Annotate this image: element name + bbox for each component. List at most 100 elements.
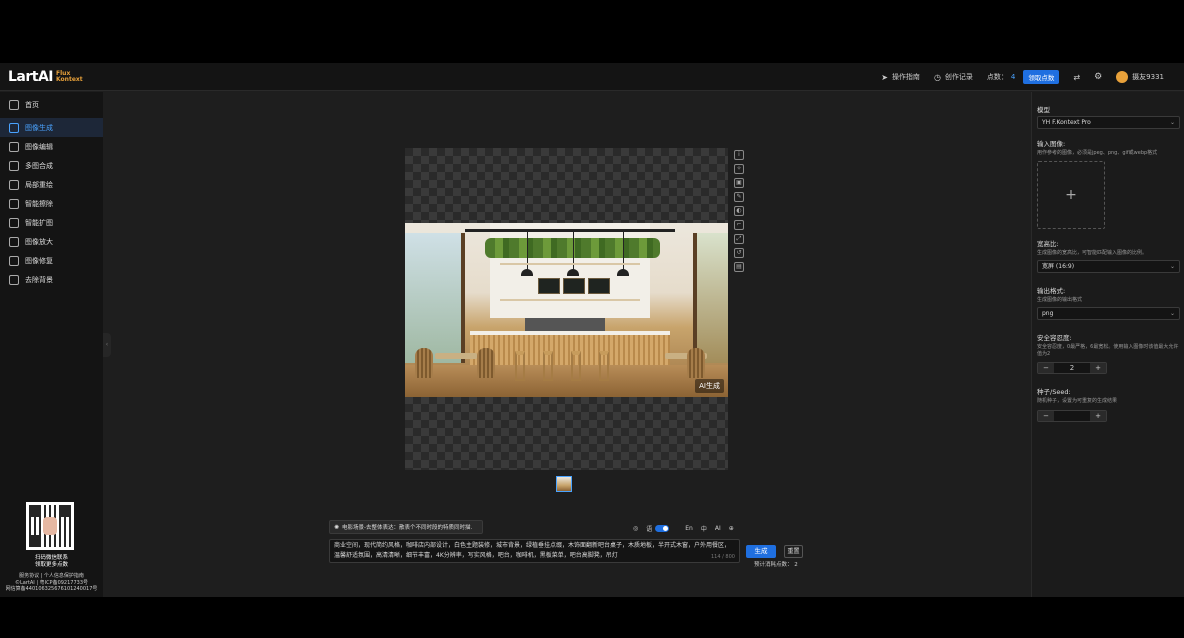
eraser-icon[interactable]: ◐ [734, 206, 744, 216]
upscale-icon [9, 236, 19, 247]
reset-button[interactable]: 重置 [784, 545, 803, 558]
generate-button[interactable]: 生成 [746, 545, 776, 558]
logo-sub-2: Kontext [56, 76, 83, 83]
layers-icon [9, 160, 19, 171]
ai-generated-badge: AI生成 [695, 379, 724, 393]
result-thumbnail[interactable] [556, 476, 572, 492]
format-desc: 生成图像的输出格式 [1037, 297, 1083, 303]
ai-button[interactable]: AI [715, 525, 721, 532]
photo-chair [415, 348, 433, 378]
increment-button[interactable]: + [1090, 411, 1106, 421]
cost-value: 2 [794, 562, 798, 568]
input-image-label: 输入图像: [1037, 140, 1066, 148]
avatar [1116, 71, 1129, 83]
magic-icon[interactable]: ✧ [734, 164, 744, 174]
model-select[interactable]: YH F.Kontext Pro ⌄ [1037, 116, 1180, 129]
sidebar-item-label: 首页 [25, 100, 39, 109]
logo[interactable]: LartAI Flux Kontext [8, 68, 83, 86]
photo-stool [571, 351, 581, 381]
collapse-sidebar-button[interactable]: ‹ [103, 333, 111, 357]
guide-link[interactable]: ➤ 操作指南 [881, 72, 920, 82]
style-chip[interactable]: ✺ 电影场景-去整体表达：散表个不同时段的特质同时描. [329, 520, 483, 534]
home-icon [9, 99, 19, 110]
sidebar-item-image-edit[interactable]: 图像编辑 [0, 137, 103, 156]
lang-en-button[interactable]: En [685, 525, 693, 532]
prompt-input[interactable]: 商业空间，现代简约风格，咖啡店内部设计，白色主题装修，城市背景，绿植垂挂点缀，木… [329, 539, 740, 563]
style-chip-text: 电影场景-去整体表达：散表个不同时段的特质同时描. [342, 525, 473, 531]
model-label: 模型 [1037, 106, 1050, 114]
photo-window-right [693, 233, 728, 363]
chevron-down-icon: ⌄ [1169, 263, 1175, 270]
settings-panel: 模型 YH F.Kontext Pro ⌄ 输入图像: 用作参考的图像，必须是j… [1031, 92, 1184, 597]
photo-beam [465, 229, 675, 232]
points-value: 4 [1010, 73, 1016, 81]
sidebar-item-label: 图像编辑 [25, 142, 53, 151]
char-count: 114 / 800 [711, 554, 735, 560]
edit-icon [9, 179, 19, 190]
sidebar-item-erase[interactable]: 智能擦除 [0, 194, 103, 213]
photo-menu-board [563, 278, 585, 294]
safety-value[interactable]: 2 [1054, 363, 1090, 373]
model-value: YH F.Kontext Pro [1042, 119, 1091, 126]
sidebar-item-home[interactable]: 首页 [0, 95, 103, 114]
increment-button[interactable]: + [1090, 363, 1106, 373]
remove-bg-icon [9, 274, 19, 285]
crop-icon[interactable]: ⌐ [734, 220, 744, 230]
seed-stepper: − + [1037, 410, 1107, 422]
seed-value[interactable] [1054, 411, 1090, 421]
sidebar-item-image-generate[interactable]: 图像生成 [0, 118, 103, 137]
translate-icon[interactable]: ⇄ [1073, 73, 1080, 82]
lang-zh-button[interactable]: 中 [701, 524, 707, 533]
photo-table [435, 353, 477, 359]
image-toolbar: i ✧ ▣ ✎ ◐ ⌐ ⤢ ↺ ▤ [734, 150, 745, 276]
sidebar-item-outpaint[interactable]: 智能扩图 [0, 213, 103, 232]
user-menu[interactable]: 摄友9331 [1116, 71, 1164, 83]
info-icon[interactable]: i [734, 150, 744, 160]
sidebar-item-restore[interactable]: 图像修复 [0, 251, 103, 270]
restore-icon[interactable]: ↺ [734, 248, 744, 258]
qr-caption-2: 领取更多点数 [34, 561, 68, 568]
upscale-icon[interactable]: ⤢ [734, 234, 744, 244]
sidebar-item-multi-compose[interactable]: 多图合成 [0, 156, 103, 175]
history-icon[interactable]: ◎ [633, 525, 638, 532]
photo-stool [599, 351, 609, 381]
sidebar-item-label: 图像修复 [25, 256, 53, 265]
chevron-down-icon: ⌄ [1169, 119, 1175, 126]
decrement-button[interactable]: − [1038, 363, 1054, 373]
sidebar-item-inpaint[interactable]: 局部重绘 [0, 175, 103, 194]
claim-points-button[interactable]: 领取点数 [1023, 70, 1060, 84]
wechat-qr-code [26, 502, 74, 550]
decrement-button[interactable]: − [1038, 411, 1054, 421]
sidebar-item-remove-bg[interactable]: 去除背景 [0, 270, 103, 289]
sidebar-item-label: 图像生成 [25, 123, 53, 132]
generated-image[interactable]: AI生成 [405, 223, 728, 397]
history-label: 创作记录 [944, 73, 973, 81]
seed-desc: 随机种子，设置为可重复的生成结果 [1037, 398, 1118, 404]
upload-image-button[interactable]: + [1037, 161, 1105, 229]
refresh-icon[interactable]: ⊕ [729, 525, 734, 532]
translate-toggle[interactable] [655, 524, 670, 532]
format-select[interactable]: png ⌄ [1037, 307, 1180, 320]
sidebar-item-label: 智能擦除 [25, 199, 53, 208]
history-link[interactable]: ◷ 创作记录 [934, 72, 973, 82]
ratio-select[interactable]: 宽屏 (16:9) ⌄ [1037, 260, 1180, 273]
sidebar: 首页 图像生成 图像编辑 多图合成 局部重绘 智能擦除 智能扩图 图像放大 图像… [0, 92, 103, 597]
document-icon[interactable]: ▤ [734, 262, 744, 272]
image-icon[interactable]: ▣ [734, 178, 744, 188]
image-canvas: AI生成 [405, 148, 728, 470]
points-display: 点数： 4 [987, 72, 1015, 82]
safety-label: 安全容忍度: [1037, 334, 1072, 342]
qr-caption: 扫码微信联系 领取更多点数 [0, 555, 103, 568]
cost-estimate: 预计消耗点数： 2 [754, 560, 798, 568]
photo-stool [515, 351, 525, 381]
edit-icon[interactable]: ✎ [734, 192, 744, 202]
gear-icon[interactable]: ⚙ [1094, 72, 1102, 82]
clock-icon: ◷ [933, 72, 941, 82]
sidebar-item-upscale[interactable]: 图像放大 [0, 232, 103, 251]
qr-avatar [43, 517, 57, 535]
ratio-desc: 生成图像的宽高比，可智能匹配输入图像的比例。 [1037, 250, 1148, 256]
photo-shelf [500, 263, 640, 265]
photo-stool [543, 351, 553, 381]
app-frame: LartAI Flux Kontext ➤ 操作指南 ◷ 创作记录 点数： 4 … [0, 63, 1184, 597]
header-actions: ➤ 操作指南 ◷ 创作记录 点数： 4 领取点数 ⇄ ⚙ 摄友9331 [881, 63, 1184, 91]
